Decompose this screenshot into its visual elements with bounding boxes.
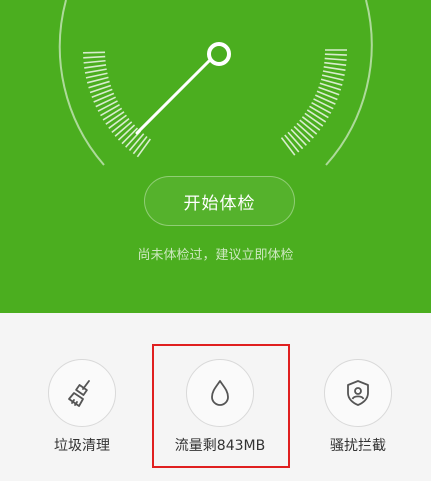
gauge-outer-arc-left: [58, 0, 105, 166]
gauge-tick: [105, 111, 125, 125]
gauge-tick: [323, 66, 346, 71]
data-traffic-tool[interactable]: 流量剩843MB: [150, 313, 290, 481]
gauge-tick: [315, 94, 336, 105]
gauge-tick: [313, 98, 334, 110]
gauge-tick: [309, 105, 329, 119]
gauge-tick: [311, 101, 332, 114]
data-traffic-label: 流量剩843MB: [174, 438, 266, 454]
gauge-pointer: [135, 56, 214, 135]
gauge-tick: [84, 64, 107, 69]
checkup-header: 开始体检 尚未体检过，建议立即体检: [0, 0, 431, 313]
junk-cleanup-tool[interactable]: 垃圾清理: [12, 313, 152, 481]
gauge-tick: [95, 96, 116, 108]
shield-user-icon: [324, 359, 392, 427]
gauge-tick: [322, 70, 345, 76]
security-center-screen: 开始体检 尚未体检过，建议立即体检 垃圾清理 流量剩843MB 骚扰拦截: [0, 0, 431, 481]
gauge-tick: [306, 109, 327, 123]
water-drop-icon: [186, 359, 254, 427]
gauge-tick: [100, 103, 120, 117]
harassment-block-label: 骚扰拦截: [330, 438, 386, 454]
start-checkup-button[interactable]: 开始体检: [144, 176, 295, 226]
gauge-tick: [324, 61, 347, 66]
gauge-tick: [85, 72, 108, 79]
junk-cleanup-label: 垃圾清理: [54, 438, 110, 454]
tool-shortcuts: 垃圾清理 流量剩843MB 骚扰拦截: [0, 313, 431, 481]
gauge-tick: [102, 107, 123, 121]
gauge-pointer-knob: [207, 42, 231, 66]
gauge-tick: [324, 53, 347, 56]
harassment-block-tool[interactable]: 骚扰拦截: [288, 313, 428, 481]
gauge-ticks: [83, 49, 347, 158]
gauge-tick: [83, 55, 106, 59]
gauge-tick: [83, 59, 106, 64]
gauge-tick: [324, 57, 347, 61]
checkup-hint-text: 尚未体检过，建议立即体检: [137, 248, 294, 263]
gauge-tick: [321, 74, 344, 81]
gauge-tick: [84, 68, 107, 74]
gauge-tick: [97, 100, 118, 112]
broom-icon: [48, 359, 116, 427]
gauge-tick: [304, 112, 324, 127]
